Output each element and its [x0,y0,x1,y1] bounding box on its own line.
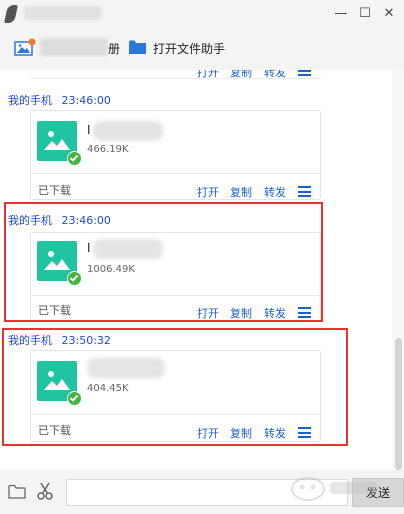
toolbar-partial-label[interactable]: 册 [108,40,120,57]
window-title-redacted [24,6,102,20]
app-logo-icon [4,5,18,23]
download-status: 已下载 [38,184,71,197]
file-name: I [87,123,91,137]
title-bar: — ☐ ✕ [0,0,404,28]
menu-icon[interactable] [298,70,311,76]
scissors-icon[interactable] [37,482,53,500]
check-icon [67,151,82,166]
maximize-button[interactable]: ☐ [356,4,374,22]
highlight-box [2,328,348,446]
input-bar: 发送 [0,470,404,514]
forward-link[interactable]: 转发 [264,184,286,200]
copy-link[interactable]: 复制 [230,184,252,200]
previous-card-actions: 打开 复制 转发 [0,70,392,78]
open-link[interactable]: 打开 [197,70,219,78]
send-button-label: 发送 [365,486,390,500]
open-link[interactable]: 打开 [197,184,219,200]
forward-link[interactable]: 转发 [264,70,286,78]
close-button[interactable]: ✕ [380,4,398,22]
chat-area: 打开 复制 转发 我的手机 23:46:00 I 466.19K 已下载 打开 … [0,70,392,470]
sender-name: 我的手机 [8,94,52,107]
highlight-box [4,202,323,322]
file-name-redacted [93,121,163,141]
folder-icon[interactable] [8,484,26,499]
card-divider [31,173,320,174]
upload-image-icon[interactable] [14,38,36,58]
file-card[interactable]: I 466.19K 已下载 打开 复制 转发 [30,110,321,200]
file-size: 466.19K [87,144,129,155]
minimize-button[interactable]: — [332,4,350,22]
message-header: 我的手机 23:46:00 [8,92,111,108]
scrollbar-thumb[interactable] [395,338,402,470]
message-time: 23:46:00 [61,94,111,107]
send-button[interactable]: 发送 [352,478,404,507]
folder-icon[interactable] [129,40,146,54]
open-file-assistant-button[interactable]: 打开文件助手 [153,40,225,57]
menu-icon[interactable] [298,186,311,197]
message-input[interactable] [66,479,348,506]
toolbar-item-redacted [40,38,108,56]
toolbar: 册 打开文件助手 [0,28,404,70]
copy-link[interactable]: 复制 [230,70,252,78]
image-file-icon [37,121,82,166]
card-border [30,78,321,79]
